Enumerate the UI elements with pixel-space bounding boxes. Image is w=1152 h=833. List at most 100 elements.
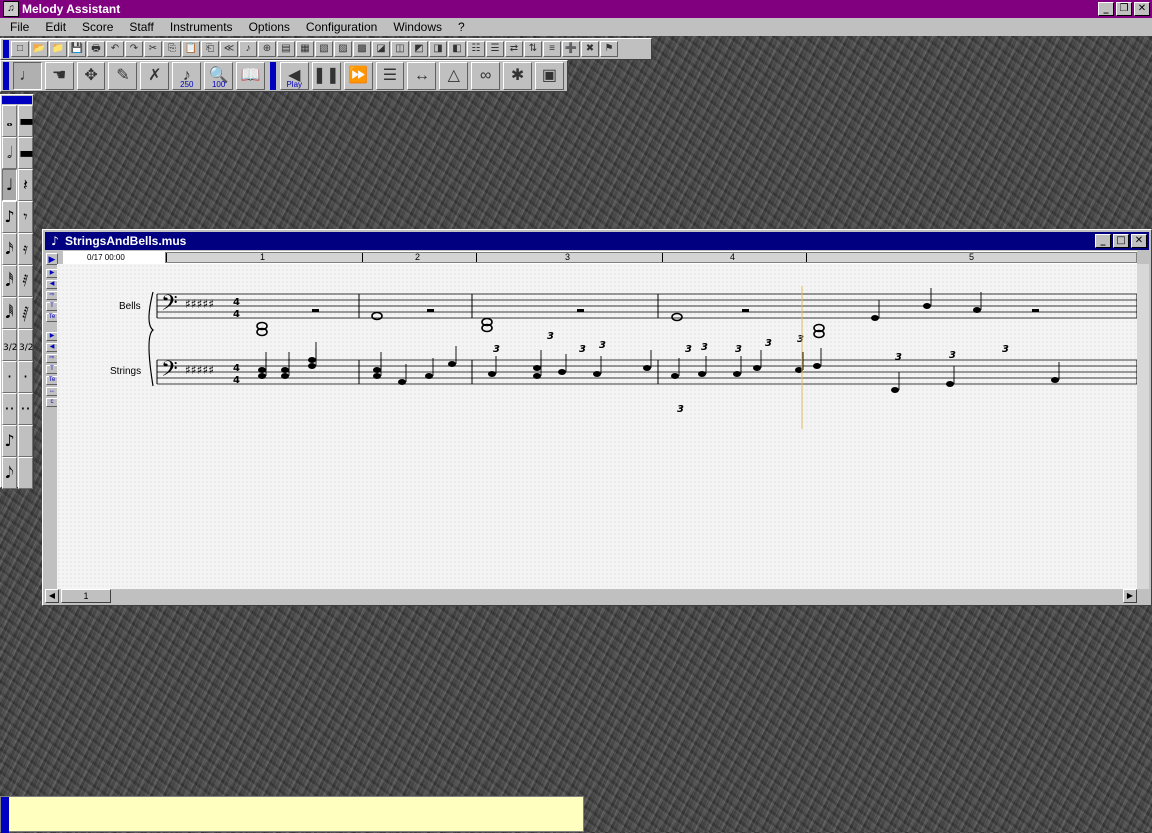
tool-d-icon[interactable]: ▨ (334, 41, 352, 57)
zoom-tool-button[interactable]: 🔍 100 (204, 62, 234, 90)
vertical-scrollbar[interactable] (1137, 264, 1149, 589)
green-flag-icon[interactable]: ⚑ (600, 41, 618, 57)
palette-left-2-cell[interactable]: ♩ (2, 169, 17, 201)
palette-left-8-cell[interactable]: · (2, 361, 17, 393)
book-button[interactable]: 📖 (236, 62, 266, 90)
jukebox-button[interactable]: ▣ (535, 62, 564, 90)
play-button[interactable]: ◀ Play (279, 62, 309, 90)
palette-left-5-cell[interactable]: 𝅘𝅥𝅰 (2, 265, 17, 297)
cut-icon[interactable]: ✂ (144, 41, 162, 57)
list-icon[interactable]: ≡ (543, 41, 561, 57)
shift-left-icon[interactable]: ≪ (220, 41, 238, 57)
scroll-left-button[interactable]: ◀ (45, 589, 59, 603)
measure-number[interactable]: 4 (730, 252, 735, 262)
palette-left-9-cell[interactable]: ·· (2, 393, 17, 425)
palette-left-7-cell[interactable]: 3/2 (2, 329, 17, 361)
palette-left-10-cell[interactable]: ♪ (2, 425, 17, 457)
palette-right-3-cell[interactable]: 𝄾 (18, 201, 33, 233)
hand-tool-button[interactable]: ☚ (44, 62, 74, 90)
doc-maximize-button[interactable]: □ (1113, 234, 1129, 248)
palette-right-5-cell[interactable]: 𝅀 (18, 265, 33, 297)
palette-left-0-cell[interactable]: 𝅝 (2, 105, 17, 137)
measure-ruler[interactable]: 1 2 3 4 5 (165, 252, 1137, 263)
palette-left-1-cell[interactable]: 𝅗𝅥 (2, 137, 17, 169)
transpose-button[interactable]: ↔ (407, 62, 437, 90)
tool-b-icon[interactable]: ▦ (296, 41, 314, 57)
tool-f-icon[interactable]: ◪ (372, 41, 390, 57)
palette-right-10-cell[interactable] (18, 425, 33, 457)
new-icon[interactable]: □ (11, 41, 29, 57)
menu-item-instruments[interactable]: Instruments (160, 20, 239, 34)
tool-m-icon[interactable]: ⇄ (505, 41, 523, 57)
open-folder-icon[interactable]: 📁 (49, 41, 67, 57)
palette-right-1-cell[interactable]: ▬ (18, 137, 34, 169)
eraser-tool-button[interactable]: ✗ (140, 62, 170, 90)
palette-right-4-cell[interactable]: 𝄿 (18, 233, 33, 265)
measure-number[interactable]: 2 (415, 252, 420, 262)
measure-number[interactable]: 1 (260, 252, 265, 262)
note-icon[interactable]: ♪ (239, 41, 257, 57)
tool-c-icon[interactable]: ▧ (315, 41, 333, 57)
tool-g-icon[interactable]: ◫ (391, 41, 409, 57)
palette-left-11-cell[interactable]: 𝅘𝅥𝅮 (2, 457, 17, 489)
tool-i-icon[interactable]: ◨ (429, 41, 447, 57)
insert-icon[interactable]: ➕ (562, 41, 580, 57)
doc-minimize-button[interactable]: _ (1095, 234, 1111, 248)
toolbar-grip[interactable] (3, 62, 9, 90)
metronome-button[interactable]: △ (439, 62, 469, 90)
palette-grip[interactable] (2, 96, 32, 104)
tempo-tool-button[interactable]: ♪ 250 (172, 62, 202, 90)
forward-rewind-button[interactable]: ⏩ (343, 62, 373, 90)
horizontal-scrollbar[interactable]: ◀ 1 ▶ (45, 589, 1149, 603)
tool-h-icon[interactable]: ◩ (410, 41, 428, 57)
edit-tool-button[interactable]: ♩ (12, 62, 42, 90)
tool-a-icon[interactable]: ▤ (277, 41, 295, 57)
conductor-button[interactable]: ✱ (503, 62, 533, 90)
score-window-title-bar[interactable]: ♪ StringsAndBells.mus _ □ ✕ (45, 232, 1149, 250)
copy-icon[interactable]: ⎘ (163, 41, 181, 57)
measure-number[interactable]: 3 (565, 252, 570, 262)
pause-button[interactable]: ❚❚ (311, 62, 341, 90)
menu-item-staff[interactable]: Staff (119, 20, 159, 34)
open-icon[interactable]: 📂 (30, 41, 48, 57)
menu-item-options[interactable]: Options (239, 20, 296, 34)
menu-item-configuration[interactable]: Configuration (296, 20, 383, 34)
redo-icon[interactable]: ↷ (125, 41, 143, 57)
palette-right-9-cell[interactable]: ·· (18, 393, 33, 425)
undo-icon[interactable]: ↶ (106, 41, 124, 57)
palette-right-0-cell[interactable]: ▬ (18, 105, 34, 137)
tool-j-icon[interactable]: ◧ (448, 41, 466, 57)
palette-right-11-cell[interactable] (18, 457, 33, 489)
tool-l-icon[interactable]: ☰ (486, 41, 504, 57)
scroll-right-button[interactable]: ▶ (1123, 589, 1137, 603)
paste-icon[interactable]: 📋 (182, 41, 200, 57)
move-tool-button[interactable]: ✥ (76, 62, 106, 90)
zoom-icon[interactable]: ⊕ (258, 41, 276, 57)
menu-item-help[interactable]: ? (448, 20, 471, 34)
doc-close-button[interactable]: ✕ (1131, 234, 1147, 248)
palette-left-4-cell[interactable]: 𝅘𝅥𝅯 (2, 233, 17, 265)
print-icon[interactable]: 🖶 (87, 41, 105, 57)
menu-item-score[interactable]: Score (72, 20, 119, 34)
minimize-button[interactable]: _ (1098, 2, 1114, 16)
palette-left-6-cell[interactable]: 𝅘𝅥𝅱 (2, 297, 17, 329)
page-number-thumb[interactable]: 1 (61, 589, 111, 603)
tool-k-icon[interactable]: ☷ (467, 41, 485, 57)
palette-right-2-cell[interactable]: 𝄽 (18, 169, 33, 201)
loop-button[interactable]: ☰ (375, 62, 405, 90)
link-button[interactable]: ∞ (471, 62, 501, 90)
tool-e-icon[interactable]: ▩ (353, 41, 371, 57)
palette-right-8-cell[interactable]: · (18, 361, 33, 393)
save-icon[interactable]: 💾 (68, 41, 86, 57)
palette-left-3-cell[interactable]: ♪ (2, 201, 17, 233)
palette-right-6-cell[interactable]: 𝅁 (18, 297, 33, 329)
restore-button[interactable]: ❐ (1116, 2, 1132, 16)
close-button[interactable]: ✕ (1134, 2, 1150, 16)
menu-item-file[interactable]: File (0, 20, 35, 34)
score-canvas[interactable]: Bells Strings 𝄢 ♯♯♯♯♯ 4 4 𝄢 ♯♯♯♯♯ 4 4 3 3 3 3 3 3 3 3 3 3… (57, 264, 1137, 589)
toolbar-grip[interactable] (3, 40, 9, 58)
menu-item-windows[interactable]: Windows (383, 20, 448, 34)
pencil-tool-button[interactable]: ✎ (108, 62, 138, 90)
menu-item-edit[interactable]: Edit (35, 20, 72, 34)
paste-special-icon[interactable]: ⎗ (201, 41, 219, 57)
